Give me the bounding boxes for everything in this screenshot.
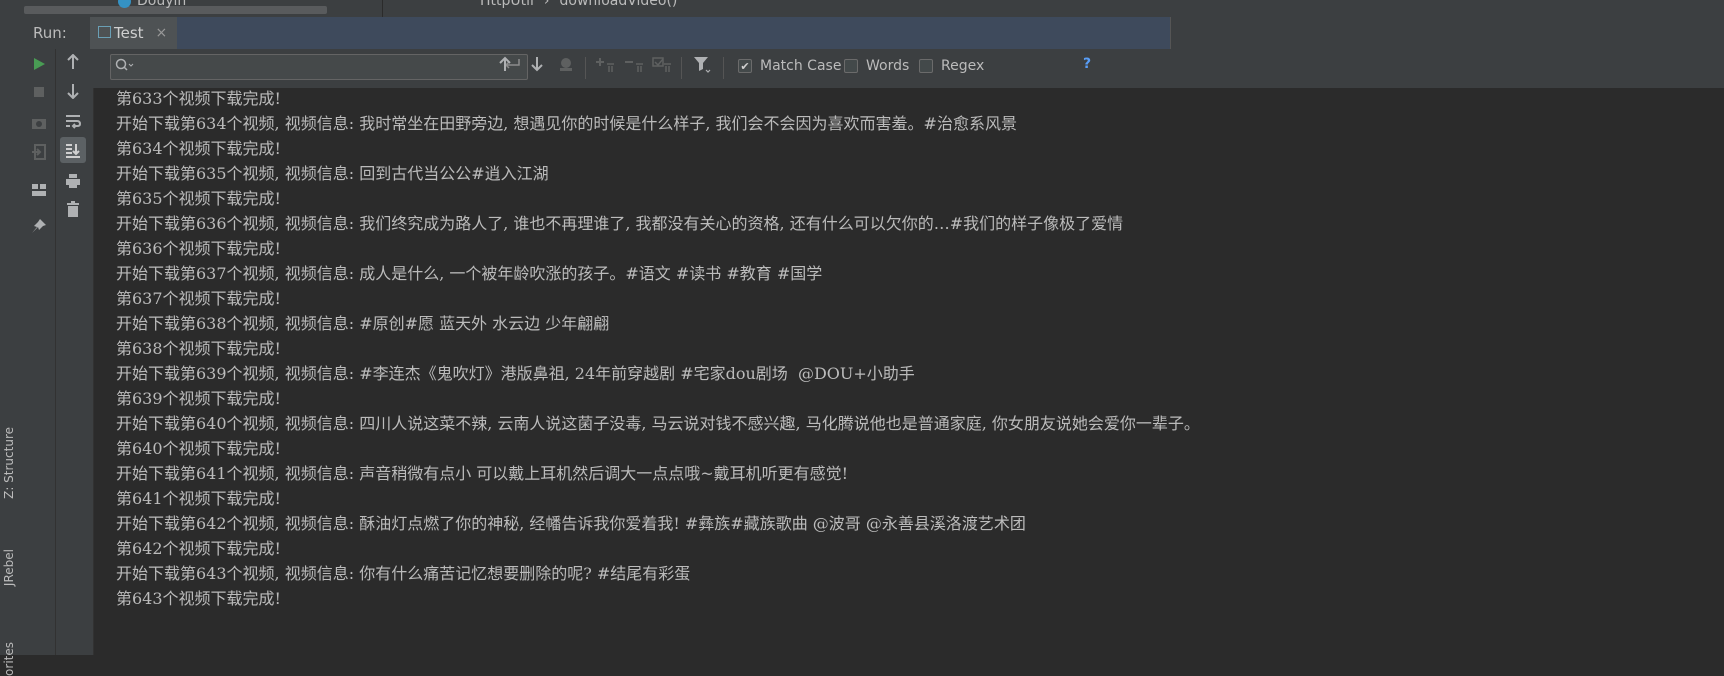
regex-help-icon[interactable]: ? <box>1083 56 1091 72</box>
console-line: 开始下载第634个视频, 视频信息: 我时常坐在田野旁边, 想遇见你的时候是什么… <box>116 114 1017 133</box>
console-toolbar <box>56 49 94 655</box>
match-case-checkbox[interactable]: ✔ Match Case <box>738 58 841 74</box>
breadcrumb-class[interactable]: HttpUtil <box>480 0 534 9</box>
project-tab[interactable]: Douyin <box>118 0 186 9</box>
camera-icon[interactable] <box>26 110 52 136</box>
search-icon[interactable] <box>115 58 135 76</box>
soft-wrap-icon[interactable] <box>60 108 86 134</box>
run-tab-bar <box>177 17 1170 49</box>
pin-icon[interactable] <box>26 213 52 239</box>
run-label: Run: <box>33 24 67 42</box>
close-icon[interactable]: × <box>156 25 168 41</box>
left-tool-strip: Z: Structure JRebel orites <box>0 17 24 676</box>
breadcrumb-method[interactable]: downloadVideo() <box>560 0 678 9</box>
console-icon <box>98 26 111 38</box>
regex-label: Regex <box>941 58 985 74</box>
editor-top-strip: Douyin HttpUtil › downloadVideo() <box>0 0 1724 17</box>
find-all-icon[interactable] <box>557 56 575 77</box>
run-toolbar <box>23 49 56 655</box>
console-line: 开始下载第637个视频, 视频信息: 成人是什么, 一个被年龄吹涨的孩子。#语文… <box>116 264 823 283</box>
words-label: Words <box>866 58 910 74</box>
divider <box>382 0 383 17</box>
layout-icon[interactable] <box>26 177 52 203</box>
run-tab-title: Test <box>114 24 144 42</box>
search-input[interactable] <box>139 58 483 78</box>
console-line: 开始下载第638个视频, 视频信息: #原创#愿 蓝天外 水云边 少年翩翩 <box>116 314 610 333</box>
console-output[interactable]: 第633个视频下载完成! 开始下载第634个视频, 视频信息: 我时常坐在田野旁边… <box>94 88 1724 655</box>
console-line: 开始下载第635个视频, 视频信息: 回到古代当公公#逍入江湖 <box>116 164 549 183</box>
console-line: 第641个视频下载完成! <box>116 489 281 508</box>
console-line: 第643个视频下载完成! <box>116 589 281 608</box>
arrow-down-icon[interactable] <box>60 78 86 104</box>
console-line: 第633个视频下载完成! <box>116 89 281 108</box>
console-line: 第639个视频下载完成! <box>116 389 281 408</box>
checkbox-checked-icon[interactable]: ✔ <box>738 59 752 73</box>
select-all-occurrences-icon[interactable] <box>652 56 672 77</box>
divider <box>681 57 682 79</box>
divider <box>585 57 586 79</box>
run-tab-bar-extra <box>1170 17 1724 49</box>
checkbox-icon[interactable] <box>844 59 858 73</box>
search-field[interactable] <box>110 54 528 80</box>
regex-checkbox[interactable]: Regex <box>919 58 984 74</box>
words-checkbox[interactable]: Words <box>844 58 909 74</box>
jrebel-tab[interactable]: JRebel <box>2 549 16 586</box>
console-line: 开始下载第636个视频, 视频信息: 我们终究成为路人了, 谁也不再理谁了, 我… <box>116 214 1124 233</box>
favorites-tab[interactable]: orites <box>2 642 16 676</box>
previous-occurrence-icon[interactable] <box>498 56 512 77</box>
console-line: 开始下载第640个视频, 视频信息: 四川人说这菜不辣, 云南人说这菌子没毒, … <box>116 414 1200 433</box>
stop-icon[interactable] <box>26 79 52 105</box>
project-name: Douyin <box>137 0 187 9</box>
console-line: 第635个视频下载完成! <box>116 189 281 208</box>
console-line: 第636个视频下载完成! <box>116 239 281 258</box>
breadcrumb: HttpUtil › downloadVideo() <box>480 0 677 9</box>
breadcrumb-separator: › <box>543 0 550 9</box>
match-case-label: Match Case <box>760 58 842 74</box>
next-occurrence-icon[interactable] <box>530 56 544 77</box>
run-header: Run: Test × <box>23 17 1724 50</box>
console-line: 开始下载第642个视频, 视频信息: 酥油灯点燃了你的神秘, 经幡告诉我你爱着我… <box>116 514 1026 533</box>
exit-icon[interactable] <box>26 139 52 165</box>
project-icon <box>118 0 131 8</box>
print-icon[interactable] <box>60 168 86 194</box>
console-line: 开始下载第641个视频, 视频信息: 声音稍微有点小 可以戴上耳机然后调大一点点… <box>116 464 849 483</box>
divider <box>723 57 724 79</box>
console-line: 开始下载第643个视频, 视频信息: 你有什么痛苦记忆想要删除的呢? #结尾有彩… <box>116 564 691 583</box>
console-line: 第638个视频下载完成! <box>116 339 281 358</box>
play-icon[interactable] <box>26 51 52 77</box>
console-line: 开始下载第639个视频, 视频信息: #李连杰《鬼吹灯》港版鼻祖, 24年前穿越… <box>116 364 915 383</box>
remove-occurrence-icon[interactable] <box>624 56 644 77</box>
add-occurrence-icon[interactable] <box>595 56 615 77</box>
console-line: 第634个视频下载完成! <box>116 139 281 158</box>
filter-icon[interactable] <box>693 56 713 79</box>
structure-tab[interactable]: Z: Structure <box>2 427 16 499</box>
find-bar: ✔ Match Case Words Regex ? <box>93 49 1724 89</box>
scroll-to-end-icon[interactable] <box>60 137 86 163</box>
checkbox-icon[interactable] <box>919 59 933 73</box>
console-line: 第637个视频下载完成! <box>116 289 281 308</box>
console-line: 第642个视频下载完成! <box>116 539 281 558</box>
arrow-up-icon[interactable] <box>60 49 86 75</box>
trash-icon[interactable] <box>60 196 86 222</box>
console-line: 第640个视频下载完成! <box>116 439 281 458</box>
